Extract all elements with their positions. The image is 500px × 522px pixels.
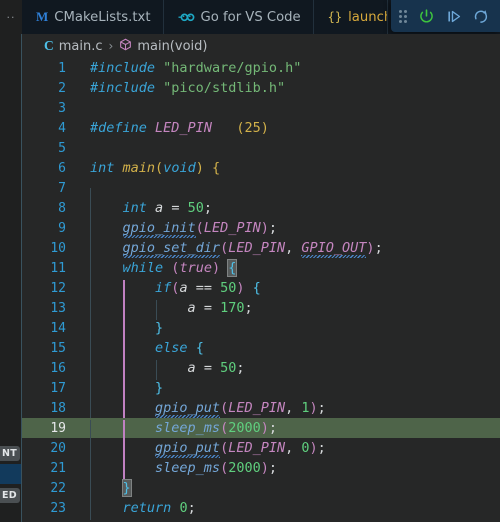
code-line[interactable]: 21 sleep_ms(2000);	[22, 458, 500, 480]
code-line[interactable]: 16 a = 50;	[22, 358, 500, 380]
line-content: #define LED_PIN (25)	[90, 120, 269, 136]
tab-label: launch.	[348, 9, 387, 25]
restart-icon	[472, 8, 490, 25]
code-line-current[interactable]: 19 sleep_ms(2000);	[22, 418, 500, 440]
line-number: 5	[58, 140, 66, 156]
code-line[interactable]: 12 if(a == 50) {	[22, 278, 500, 300]
line-number: 13	[50, 300, 66, 316]
line-number: 10	[50, 240, 66, 256]
tab-label: CMakeLists.txt	[54, 9, 151, 25]
code-line[interactable]: 8 int a = 50;	[22, 198, 500, 220]
code-line[interactable]: 14 }	[22, 318, 500, 340]
line-number: 11	[50, 260, 66, 276]
drag-handle-icon[interactable]	[395, 6, 411, 26]
code-line[interactable]: 11 while (true) {	[22, 258, 500, 280]
tab-cmakelists[interactable]: M CMakeLists.txt	[22, 0, 164, 34]
line-number: 18	[50, 400, 66, 416]
code-line[interactable]: 24}	[22, 518, 500, 522]
code-editor[interactable]: 1 #include "hardware/gpio.h" 2 #include "p…	[22, 58, 500, 522]
method-icon	[119, 38, 132, 55]
stop-debug-button[interactable]	[413, 3, 440, 29]
tab-go-for-vs-code[interactable]: Go for VS Code	[163, 0, 314, 34]
line-content: gpio_put(LED_PIN, 0);	[76, 440, 500, 460]
json-icon: {}	[327, 10, 343, 24]
step-into-button[interactable]	[440, 3, 467, 29]
line-content: int main(void) {	[90, 160, 221, 176]
line-number: 12	[50, 280, 66, 296]
line-content: }	[76, 380, 500, 400]
c-file-icon: C	[44, 38, 54, 53]
power-icon	[418, 8, 435, 25]
code-line[interactable]: 15 else {	[22, 338, 500, 360]
debug-toolbar	[391, 0, 500, 32]
overflow-dots-icon: ··	[6, 10, 16, 24]
line-number: 22	[50, 480, 66, 496]
line-content: }	[76, 479, 500, 500]
vscode-window: ·· M CMakeLists.txt Go for VS Code {} la…	[0, 0, 500, 522]
tab-label: Go for VS Code	[200, 9, 301, 25]
line-content: return 0;	[76, 500, 500, 520]
line-number: 17	[50, 380, 66, 396]
line-number: 1	[58, 60, 66, 76]
code-line[interactable]: 3	[22, 98, 500, 118]
line-content: sleep_ms(2000);	[76, 460, 500, 480]
line-number: 2	[58, 80, 66, 96]
line-number: 9	[58, 220, 66, 236]
line-content: while (true) {	[76, 259, 500, 280]
code-line[interactable]: 13 a = 170;	[22, 298, 500, 320]
line-number: 14	[50, 320, 66, 336]
line-content: #include "hardware/gpio.h"	[90, 60, 302, 76]
line-content: sleep_ms(2000);	[76, 420, 500, 440]
line-content: gpio_set_dir(LED_PIN, GPIO_OUT);	[76, 240, 500, 260]
line-content: gpio_put(LED_PIN, 1);	[76, 400, 500, 420]
line-number: 8	[58, 200, 66, 216]
line-number: 20	[50, 440, 66, 456]
activity-bar-overflow[interactable]: ··	[0, 0, 22, 34]
code-line[interactable]: 6 int main(void) {	[22, 158, 500, 178]
cmake-icon: M	[36, 9, 49, 24]
line-number: 23	[50, 500, 66, 516]
code-line[interactable]: 22 }	[22, 478, 500, 500]
code-line[interactable]: 18 gpio_put(LED_PIN, 1);	[22, 398, 500, 420]
breadcrumb-symbol[interactable]: main(void)	[137, 39, 207, 54]
line-number: 6	[58, 160, 66, 176]
clipped-selection-row[interactable]	[0, 464, 21, 484]
line-content: }	[76, 320, 500, 340]
code-line[interactable]: 7	[22, 178, 500, 208]
code-line[interactable]: 9 gpio_init(LED_PIN);	[22, 218, 500, 240]
code-line[interactable]: 17 }	[22, 378, 500, 400]
line-number: 3	[58, 100, 66, 116]
line-number: 16	[50, 360, 66, 376]
line-content: if(a == 50) {	[76, 280, 500, 300]
breadcrumb: C main.c › main(void)	[22, 34, 500, 58]
code-line[interactable]: 5	[22, 138, 500, 158]
line-number: 7	[58, 180, 66, 196]
line-content: int a = 50;	[76, 200, 500, 220]
line-number-active: 19	[50, 420, 66, 436]
code-line[interactable]: 20 gpio_put(LED_PIN, 0);	[22, 438, 500, 460]
code-line[interactable]: 10 gpio_set_dir(LED_PIN, GPIO_OUT);	[22, 238, 500, 260]
tab-launch-json[interactable]: {} launch.	[313, 0, 388, 34]
code-line[interactable]: 2 #include "pico/stdlib.h"	[22, 78, 500, 98]
line-content: a = 50;	[76, 360, 500, 380]
code-line[interactable]: 4 #define LED_PIN (25)	[22, 118, 500, 138]
line-content: gpio_init(LED_PIN);	[76, 220, 500, 240]
line-number: 21	[50, 460, 66, 476]
line-number: 4	[58, 120, 66, 136]
code-line[interactable]: 23 return 0;	[22, 498, 500, 520]
restart-debug-button[interactable]	[467, 3, 494, 29]
line-number: 15	[50, 340, 66, 356]
line-content: #include "pico/stdlib.h"	[90, 80, 286, 96]
line-content: a = 170;	[76, 300, 500, 320]
clipped-chip-top[interactable]: NT	[0, 446, 21, 461]
clipped-chip-bottom[interactable]: ED	[0, 488, 20, 503]
step-into-icon	[445, 8, 463, 25]
breadcrumb-separator: ›	[108, 39, 114, 53]
breadcrumb-file[interactable]: main.c	[59, 39, 103, 54]
line-content: else {	[76, 340, 500, 360]
go-icon	[178, 12, 195, 22]
code-line[interactable]: 1 #include "hardware/gpio.h"	[22, 58, 500, 78]
